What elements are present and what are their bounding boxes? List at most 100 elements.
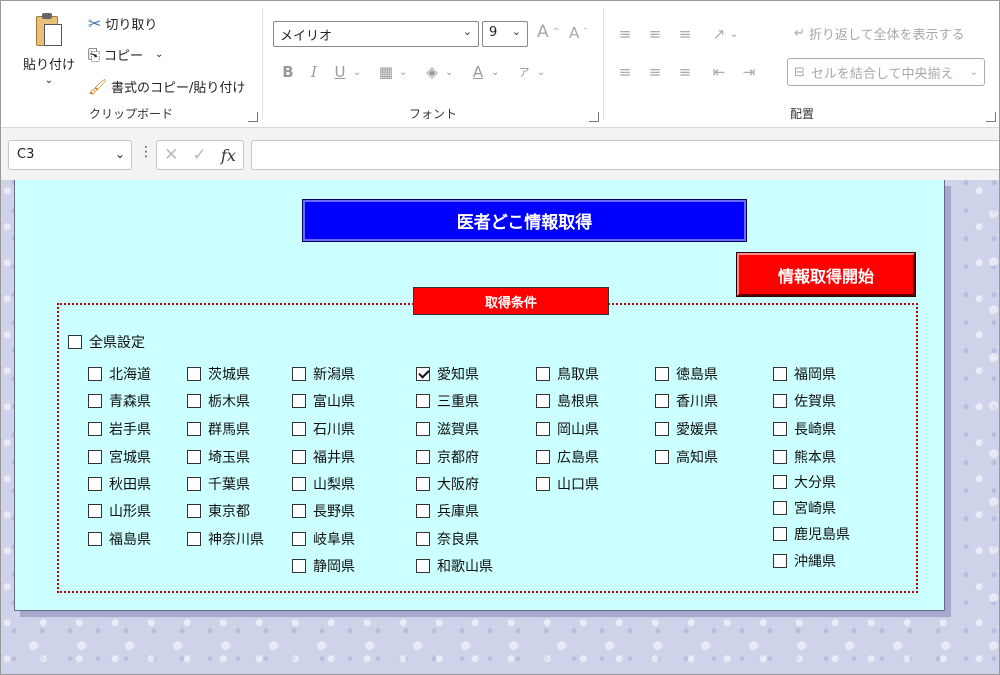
prefecture-checkbox[interactable]: 和歌山県 [416,556,493,576]
align-middle-icon[interactable]: ≡ [644,22,666,46]
checkbox-box[interactable] [292,450,306,464]
checkbox-box[interactable] [292,477,306,491]
checkbox-box[interactable] [416,422,430,436]
prefecture-checkbox[interactable]: 滋賀県 [416,419,479,439]
grow-font-button[interactable]: A ^ [537,22,560,42]
align-bottom-icon[interactable]: ≡ [674,22,696,46]
prefecture-checkbox[interactable]: 沖縄県 [773,551,836,571]
prefecture-checkbox[interactable]: 愛知県 [416,364,479,384]
checkbox-box[interactable] [68,335,82,349]
checkbox-box[interactable] [187,394,201,408]
chevron-down-icon[interactable]: ⌄ [155,49,163,60]
checkbox-box[interactable] [292,394,306,408]
prefecture-checkbox[interactable]: 石川県 [292,419,355,439]
prefecture-checkbox[interactable]: 東京都 [187,501,250,521]
checkbox-box[interactable] [773,450,787,464]
align-top-icon[interactable]: ≡ [614,22,636,46]
prefecture-checkbox[interactable]: 鳥取県 [536,364,599,384]
chevron-down-icon[interactable]: ⌄ [399,67,411,78]
prefecture-checkbox[interactable]: 佐賀県 [773,391,836,411]
prefecture-checkbox[interactable]: 高知県 [655,447,718,467]
chevron-down-icon[interactable]: ⌄ [14,75,84,86]
checkbox-box[interactable] [292,504,306,518]
prefecture-checkbox[interactable]: 岐阜県 [292,529,355,549]
prefecture-checkbox[interactable]: 島根県 [536,391,599,411]
prefecture-checkbox[interactable]: 山形県 [88,501,151,521]
checkbox-box[interactable] [655,450,669,464]
name-box[interactable]: C3 ⌄ [8,140,132,170]
chevron-down-icon[interactable]: ⌄ [445,67,457,78]
format-painter-button[interactable]: 🖌 書式のコピー/貼り付け [88,77,245,97]
prefecture-checkbox[interactable]: 大分県 [773,472,836,492]
increase-indent-icon[interactable]: ⇥ [738,60,760,84]
checkbox-box[interactable] [416,504,430,518]
checkbox-all-prefectures[interactable]: 全県設定 [68,332,145,352]
dialog-launcher-icon[interactable] [589,112,599,122]
decrease-indent-icon[interactable]: ⇤ [708,60,730,84]
checkbox-box[interactable] [187,532,201,546]
orientation-icon[interactable]: ↗ [708,22,730,46]
more-options-icon[interactable]: ⋮ [139,144,153,160]
cancel-icon[interactable]: ✕ [164,145,178,165]
prefecture-checkbox[interactable]: 群馬県 [187,419,250,439]
prefecture-checkbox[interactable]: 岩手県 [88,419,151,439]
prefecture-checkbox[interactable]: 千葉県 [187,474,250,494]
chevron-down-icon[interactable]: ⌄ [537,67,549,78]
checkbox-box[interactable] [88,367,102,381]
checkbox-box[interactable] [292,559,306,573]
checkbox-box[interactable] [773,422,787,436]
checkbox-box[interactable] [536,367,550,381]
checkbox-box[interactable] [88,450,102,464]
checkbox-box[interactable] [536,450,550,464]
checkbox-box[interactable] [292,532,306,546]
checkbox-box[interactable] [536,477,550,491]
checkbox-box[interactable] [187,477,201,491]
checkbox-box[interactable] [187,450,201,464]
border-button[interactable]: ▦ [373,60,399,84]
checkbox-box[interactable] [416,450,430,464]
checkbox-box[interactable] [187,422,201,436]
prefecture-checkbox[interactable]: 北海道 [88,364,151,384]
prefecture-checkbox[interactable]: 京都府 [416,447,479,467]
chevron-down-icon[interactable]: ⌄ [491,67,503,78]
checkbox-box[interactable] [655,394,669,408]
checkbox-box[interactable] [655,422,669,436]
bold-button[interactable]: B [275,60,301,84]
checkbox-box[interactable] [88,504,102,518]
confirm-icon[interactable]: ✓ [193,145,207,165]
checkbox-box[interactable] [88,422,102,436]
checkbox-box[interactable] [187,504,201,518]
copy-button[interactable]: ⎘ コピー ⌄ [88,45,163,65]
checkbox-box[interactable] [88,394,102,408]
prefecture-checkbox[interactable]: 兵庫県 [416,501,479,521]
checkbox-box[interactable] [416,394,430,408]
checkbox-box[interactable] [88,532,102,546]
checkbox-box[interactable] [655,367,669,381]
dialog-launcher-icon[interactable] [986,112,996,122]
checkbox-box[interactable] [416,477,430,491]
prefecture-checkbox[interactable]: 大阪府 [416,474,479,494]
prefecture-checkbox[interactable]: 香川県 [655,391,718,411]
prefecture-checkbox[interactable]: 栃木県 [187,391,250,411]
checkbox-box[interactable] [187,367,201,381]
checkbox-box[interactable] [536,394,550,408]
checkbox-box[interactable] [536,422,550,436]
checkbox-box[interactable] [416,367,430,381]
checkbox-box[interactable] [88,477,102,491]
prefecture-checkbox[interactable]: 長崎県 [773,419,836,439]
checkbox-box[interactable] [416,559,430,573]
prefecture-checkbox[interactable]: 静岡県 [292,556,355,576]
checkbox-box[interactable] [773,554,787,568]
prefecture-checkbox[interactable]: 山口県 [536,474,599,494]
prefecture-checkbox[interactable]: 神奈川県 [187,529,264,549]
prefecture-checkbox[interactable]: 岡山県 [536,419,599,439]
prefecture-checkbox[interactable]: 愛媛県 [655,419,718,439]
insert-function-icon[interactable]: fx [221,146,236,165]
prefecture-checkbox[interactable]: 奈良県 [416,529,479,549]
prefecture-checkbox[interactable]: 青森県 [88,391,151,411]
prefecture-checkbox[interactable]: 宮城県 [88,447,151,467]
dialog-launcher-icon[interactable] [248,112,258,122]
prefecture-checkbox[interactable]: 広島県 [536,447,599,467]
prefecture-checkbox[interactable]: 富山県 [292,391,355,411]
wrap-text-button[interactable]: ↵ 折り返して全体を表示する [794,24,965,43]
